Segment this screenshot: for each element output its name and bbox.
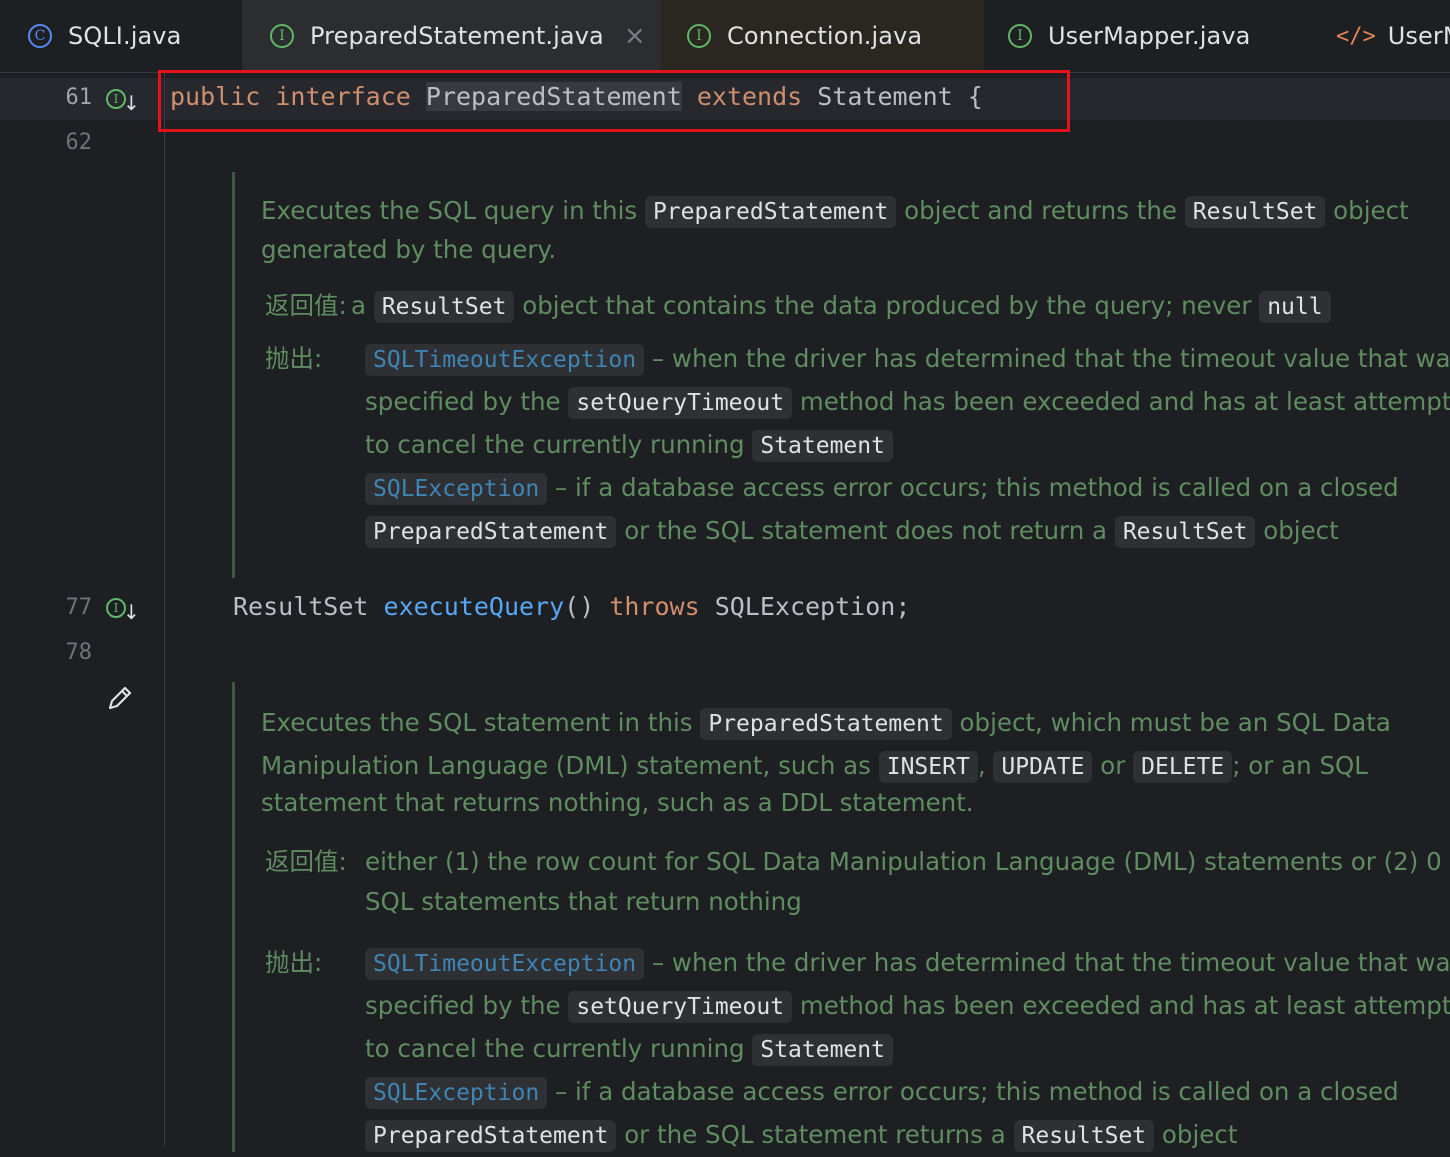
- doc-description-cont: statement that returns nothing, such as …: [261, 788, 974, 817]
- line-number: 77: [65, 595, 93, 620]
- editor-gutter: 61 I ↓ 62 77 I ↓ 78: [0, 73, 165, 1146]
- return-type: ResultSet: [233, 592, 369, 621]
- javadoc-executequery: Executes the SQL query in this PreparedS…: [232, 172, 1450, 578]
- link-sqltimeoutexception[interactable]: SQLTimeoutException: [365, 948, 645, 980]
- tab-preparedstatement-java[interactable]: I PreparedStatement.java ×: [242, 0, 661, 72]
- method-name: executeQuery: [383, 592, 565, 621]
- doc-returns: 返回值: a ResultSet object that contains th…: [261, 287, 1450, 326]
- tab-sqli-java[interactable]: C SQLI.java: [0, 0, 242, 72]
- keyword: throws: [609, 592, 700, 621]
- arrow-down-icon: ↓: [123, 91, 140, 115]
- class-icon: C: [28, 24, 52, 48]
- xml-tag-icon: </>: [1336, 23, 1376, 49]
- interface-icon: I: [687, 24, 711, 48]
- implemented-by-icon[interactable]: I ↓: [106, 596, 140, 626]
- tab-connection-java[interactable]: I Connection.java: [661, 0, 984, 72]
- tab-label: SQLI.java: [68, 22, 182, 50]
- doc-returns: 返回值: either (1) the row count for SQL Da…: [265, 847, 1450, 916]
- link-sqlexception[interactable]: SQLException: [365, 473, 548, 505]
- parens: (): [564, 592, 595, 621]
- tab-label: PreparedStatement.java: [310, 22, 604, 50]
- code-line-77[interactable]: ResultSet executeQuery() throws SQLExcep…: [233, 592, 910, 621]
- doc-throws: 抛出: SQLTimeoutException – when the drive…: [261, 338, 1450, 553]
- arrow-down-icon: ↓: [123, 600, 140, 624]
- implemented-by-icon[interactable]: I ↓: [106, 87, 140, 117]
- line-number: 62: [65, 130, 93, 155]
- exception-type: SQLException;: [714, 592, 911, 621]
- doc-description: Executes the SQL statement in this Prepa…: [261, 702, 1450, 788]
- pencil-icon[interactable]: [106, 684, 134, 712]
- tab-label: Connection.java: [727, 22, 923, 50]
- doc-throws: 抛出: SQLTimeoutException – when the drive…: [261, 942, 1450, 1157]
- close-icon[interactable]: ×: [624, 21, 646, 51]
- doc-description: Executes the SQL query in this PreparedS…: [261, 196, 1409, 264]
- line-number: 61: [65, 85, 93, 110]
- link-sqltimeoutexception[interactable]: SQLTimeoutException: [365, 344, 645, 376]
- tab-label: UserMapper.java: [1048, 22, 1251, 50]
- tab-label: UserM: [1387, 22, 1450, 50]
- editor-tab-bar: C SQLI.java I PreparedStatement.java × I…: [0, 0, 1450, 73]
- annotation-highlight-box: [158, 70, 1070, 132]
- tab-usermapper-xml[interactable]: </> UserM: [1328, 0, 1450, 72]
- line-number: 78: [65, 640, 93, 665]
- interface-icon: I: [270, 24, 294, 48]
- link-sqlexception[interactable]: SQLException: [365, 1077, 548, 1109]
- tab-usermapper-java[interactable]: I UserMapper.java: [984, 0, 1328, 72]
- javadoc-executeupdate: Executes the SQL statement in this Prepa…: [232, 682, 1450, 1152]
- interface-icon: I: [1008, 24, 1032, 48]
